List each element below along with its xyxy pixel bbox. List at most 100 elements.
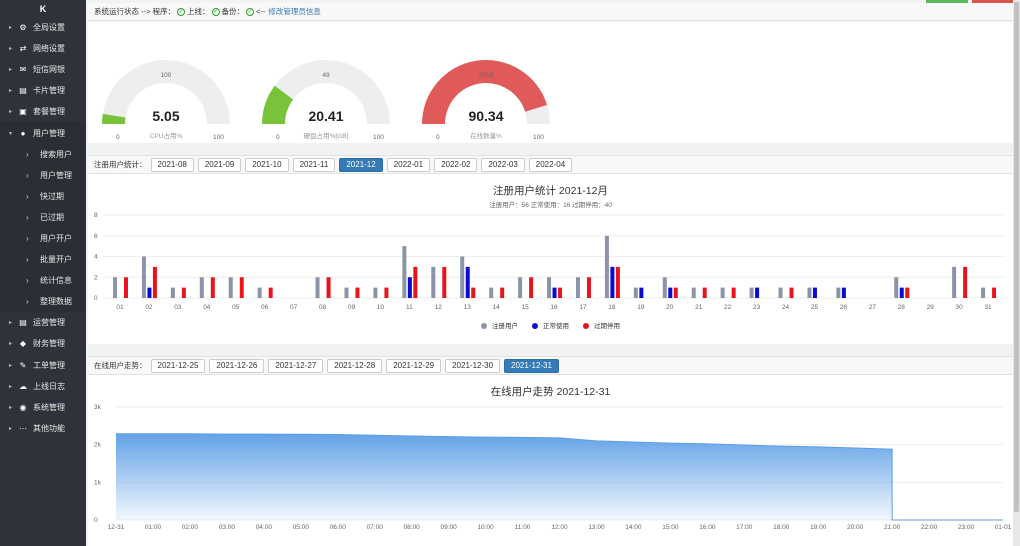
x-tick-label: 12:00: [551, 524, 568, 531]
tab-2021-12-28[interactable]: 2021-12-28: [327, 358, 383, 373]
chevron-right-icon: ›: [26, 170, 29, 180]
tab-2021-12-26[interactable]: 2021-12-26: [209, 358, 265, 373]
sidebar-item-ellipsis[interactable]: ▸ ⋯ 其他功能: [0, 418, 86, 439]
reg-tabs-label: 注册用户统计：: [94, 160, 147, 169]
legend-item[interactable]: 正常使用: [532, 320, 569, 330]
gauge-value: 90.34: [468, 108, 504, 124]
scrollbar-thumb[interactable]: [1014, 2, 1019, 512]
x-tick-label: 05: [232, 304, 240, 311]
x-tick-label: 21:00: [884, 524, 901, 531]
tab-2021-12[interactable]: 2021-12: [339, 157, 383, 172]
tab-2021-09[interactable]: 2021-09: [197, 157, 242, 172]
chevron-right-icon: ▸: [9, 67, 13, 74]
y-tick-label: 3k: [94, 404, 102, 411]
sidebar-subitem[interactable]: › 快过期: [0, 185, 86, 207]
edit-admin-link[interactable]: 修改管理员信息: [268, 6, 321, 17]
x-tick-label: 18:00: [773, 524, 790, 531]
sidebar-item-network[interactable]: ▸ ⇄ 网络设置: [0, 38, 86, 59]
tab-2021-12-25[interactable]: 2021-12-25: [150, 358, 206, 373]
x-tick-label: 16:00: [699, 524, 716, 531]
y-tick-label: 0: [94, 295, 98, 302]
sidebar-item-envelope[interactable]: ▸ ✉ 短信网银: [0, 59, 86, 80]
sidebar-subitem[interactable]: › 统计信息: [0, 270, 86, 292]
sidebar-subitem[interactable]: › 整理数据: [0, 291, 86, 313]
tab-2021-12-27[interactable]: 2021-12-27: [268, 358, 324, 373]
sidebar-item-label: 全局设置: [33, 23, 65, 33]
bar-过期停用: [471, 287, 476, 298]
x-tick-label: 30: [956, 304, 964, 311]
x-tick-label: 20: [666, 304, 674, 311]
sidebar-item-cart[interactable]: ▸ ▣ 套餐管理: [0, 101, 86, 122]
sidebar-item-log[interactable]: ▸ ☁ 上线日志: [0, 376, 86, 397]
sidebar-item-finance[interactable]: ▸ ◆ 财务管理: [0, 333, 86, 354]
bar-注册用户: [981, 287, 986, 298]
bar-注册用户: [228, 277, 233, 298]
check-icon: ✓: [177, 7, 186, 16]
bar-注册用户: [894, 277, 899, 298]
bar-注册用户: [257, 287, 262, 298]
globe-icon: ◉: [19, 402, 27, 412]
finance-icon: ◆: [19, 339, 27, 349]
card-icon: ▤: [19, 86, 27, 96]
sidebar-item-label: 其他功能: [33, 423, 65, 433]
bar-注册用户: [836, 287, 841, 298]
x-tick-label: 04: [203, 304, 211, 311]
sidebar-subitem[interactable]: › 搜索用户: [0, 143, 86, 165]
tab-2022-02[interactable]: 2022-02: [434, 157, 478, 172]
chevron-right-icon: ›: [26, 191, 29, 201]
gauge-max-label: 2019: [478, 72, 494, 79]
legend-item[interactable]: 过期停用: [583, 320, 620, 330]
bar-过期停用: [181, 287, 186, 298]
tab-2021-12-29[interactable]: 2021-12-29: [386, 358, 442, 373]
bar-过期停用: [586, 277, 591, 298]
sidebar-item-list[interactable]: ▸ ▤ 运营管理: [0, 312, 86, 333]
sidebar-item-user[interactable]: ▾ ● 用户管理: [0, 122, 86, 144]
chevron-right-icon: ›: [26, 149, 29, 159]
sidebar-subitem-label: 批量开户: [40, 255, 72, 265]
page-scrollbar[interactable]: [1013, 0, 1020, 546]
gauge-upper-label: 100: [533, 134, 544, 141]
x-tick-label: 08:00: [404, 524, 421, 531]
x-tick-label: 01: [116, 304, 124, 311]
sidebar-item-label: 财务管理: [33, 339, 65, 349]
tab-2021-10[interactable]: 2021-10: [245, 157, 289, 172]
tab-2022-04[interactable]: 2022-04: [528, 157, 573, 172]
x-tick-label: 13:00: [588, 524, 605, 531]
bar-注册用户: [170, 287, 175, 298]
sidebar-item-card[interactable]: ▸ ▤ 卡片管理: [0, 80, 86, 101]
sidebar-item-globe[interactable]: ▸ ◉ 系统管理: [0, 397, 86, 418]
bar-过期停用: [558, 287, 563, 298]
x-tick-label: 10:00: [477, 524, 494, 531]
legend-item[interactable]: 注册用户: [481, 320, 518, 330]
x-tick-label: 01-01: [995, 524, 1012, 531]
chevron-right-icon: ▸: [9, 109, 13, 116]
bar-注册用户: [547, 277, 552, 298]
bar-过期停用: [268, 287, 273, 298]
tab-2021-12-30[interactable]: 2021-12-30: [445, 358, 501, 373]
envelope-icon: ✉: [19, 65, 27, 75]
sidebar-subitem[interactable]: › 用户管理: [0, 164, 86, 186]
sidebar-item-label: 系统管理: [33, 402, 65, 412]
tab-2022-01[interactable]: 2022-01: [386, 157, 431, 172]
sidebar-subitem-label: 已过期: [40, 212, 64, 222]
sidebar-item-gear[interactable]: ▸ ⚙ 全局设置: [0, 17, 86, 38]
sidebar-item-wrench[interactable]: ▸ ✎ 工单管理: [0, 355, 86, 376]
area-fill: [116, 433, 893, 520]
x-tick-label: 14:00: [625, 524, 642, 531]
tab-2022-03[interactable]: 2022-03: [481, 157, 525, 172]
chevron-right-icon: ▸: [9, 362, 13, 369]
tab-2021-08[interactable]: 2021-08: [150, 157, 194, 172]
tab-2021-11[interactable]: 2021-11: [292, 157, 336, 172]
x-tick-label: 06:00: [330, 524, 347, 531]
tab-2021-12-31[interactable]: 2021-12-31: [504, 358, 559, 373]
sidebar-subitem[interactable]: › 用户开户: [0, 227, 86, 250]
bar-注册用户: [315, 277, 320, 298]
bar-注册用户: [460, 256, 465, 298]
bar-注册用户: [952, 266, 957, 298]
bar-过期停用: [210, 277, 215, 298]
bar-注册用户: [431, 266, 436, 298]
bar-过期停用: [905, 287, 910, 298]
sidebar-subitem[interactable]: › 批量开户: [0, 249, 86, 271]
sidebar-subitem[interactable]: › 已过期: [0, 206, 86, 228]
collapse-sidebar-button[interactable]: K: [0, 0, 86, 17]
